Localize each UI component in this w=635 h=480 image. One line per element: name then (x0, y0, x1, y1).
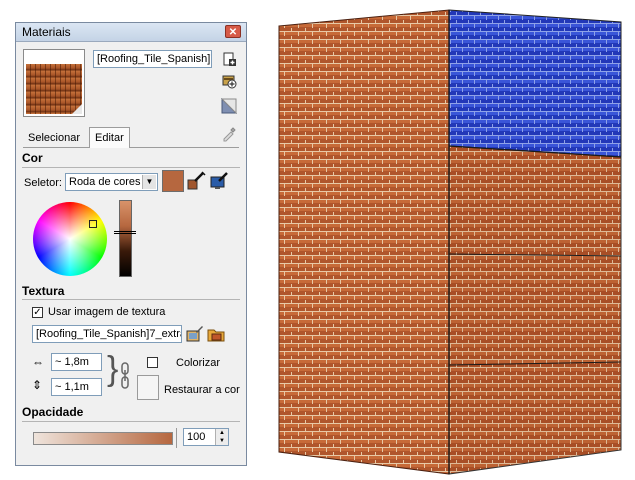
lock-brace: } (107, 350, 119, 388)
reset-color-button[interactable] (137, 375, 159, 400)
model-viewport[interactable] (270, 0, 635, 480)
divider (22, 167, 240, 168)
title-bar[interactable]: Materiais ✕ (16, 23, 246, 42)
match-model-color-icon[interactable] (186, 171, 206, 191)
opacity-input[interactable]: 100 ▲ ▼ (183, 428, 229, 446)
color-swatch[interactable] (162, 170, 184, 192)
color-picker-dropdown[interactable]: Roda de cores ▼ (65, 173, 158, 191)
panel-title: Materiais (22, 25, 71, 39)
use-texture-label: Usar imagem de textura (48, 306, 166, 318)
materials-panel: Materiais ✕ [Roofing_Tile_Spanish]7 Sele… (15, 22, 247, 466)
color-wheel[interactable] (33, 202, 107, 276)
opacity-section-title: Opacidade (22, 405, 84, 419)
default-material-icon[interactable] (221, 98, 237, 114)
tab-editar[interactable]: Editar (89, 127, 130, 148)
tab-selecionar[interactable]: Selecionar (23, 130, 85, 147)
box-right-face-brick[interactable] (448, 145, 622, 475)
opacity-slider[interactable] (33, 432, 173, 445)
close-icon[interactable]: ✕ (225, 25, 241, 38)
color-wheel-cursor[interactable] (89, 220, 97, 228)
eyedropper-icon[interactable] (221, 126, 237, 142)
height-arrow-icon: ⇕ (32, 378, 43, 392)
material-preview (23, 49, 85, 117)
box-left-face[interactable] (278, 9, 450, 475)
edit-texture-icon[interactable] (186, 325, 204, 343)
lock-aspect-icon[interactable] (120, 361, 130, 391)
opacity-value: 100 (187, 431, 206, 443)
tab-strip: Selecionar Editar (23, 127, 239, 148)
colorize-checkbox[interactable] (147, 357, 158, 368)
colorize-label: Colorizar (176, 357, 221, 369)
selector-label: Seletor: (24, 177, 62, 189)
texture-section-title: Textura (22, 284, 65, 298)
width-arrow-icon: ⇔ (32, 355, 44, 369)
browse-texture-icon[interactable] (207, 325, 225, 343)
divider (22, 421, 240, 422)
texture-width-field[interactable]: ~ 1,8m (51, 353, 102, 371)
match-screen-color-icon[interactable] (209, 171, 229, 191)
texture-height-field[interactable]: ~ 1,1m (51, 378, 102, 396)
corner-triangle-icon (72, 104, 82, 114)
color-picker-value: Roda de cores (69, 176, 141, 188)
slider-divider (176, 428, 177, 448)
box-right-face-blue[interactable] (448, 9, 622, 158)
use-texture-checkbox[interactable]: ✓ (32, 307, 43, 318)
reset-color-label: Restaurar a cor (164, 384, 240, 396)
material-name-field[interactable]: [Roofing_Tile_Spanish]7 (93, 50, 212, 68)
brightness-slider[interactable] (119, 200, 132, 277)
create-material-icon[interactable] (221, 51, 237, 67)
divider (22, 299, 240, 300)
add-material-icon[interactable] (221, 73, 237, 89)
opacity-spinner[interactable]: ▲ ▼ (215, 429, 228, 445)
brightness-handle[interactable] (114, 231, 136, 234)
chevron-down-icon[interactable]: ▼ (142, 175, 156, 189)
color-section-title: Cor (22, 151, 43, 165)
texture-file-field[interactable]: [Roofing_Tile_Spanish]7_extra (32, 325, 182, 343)
